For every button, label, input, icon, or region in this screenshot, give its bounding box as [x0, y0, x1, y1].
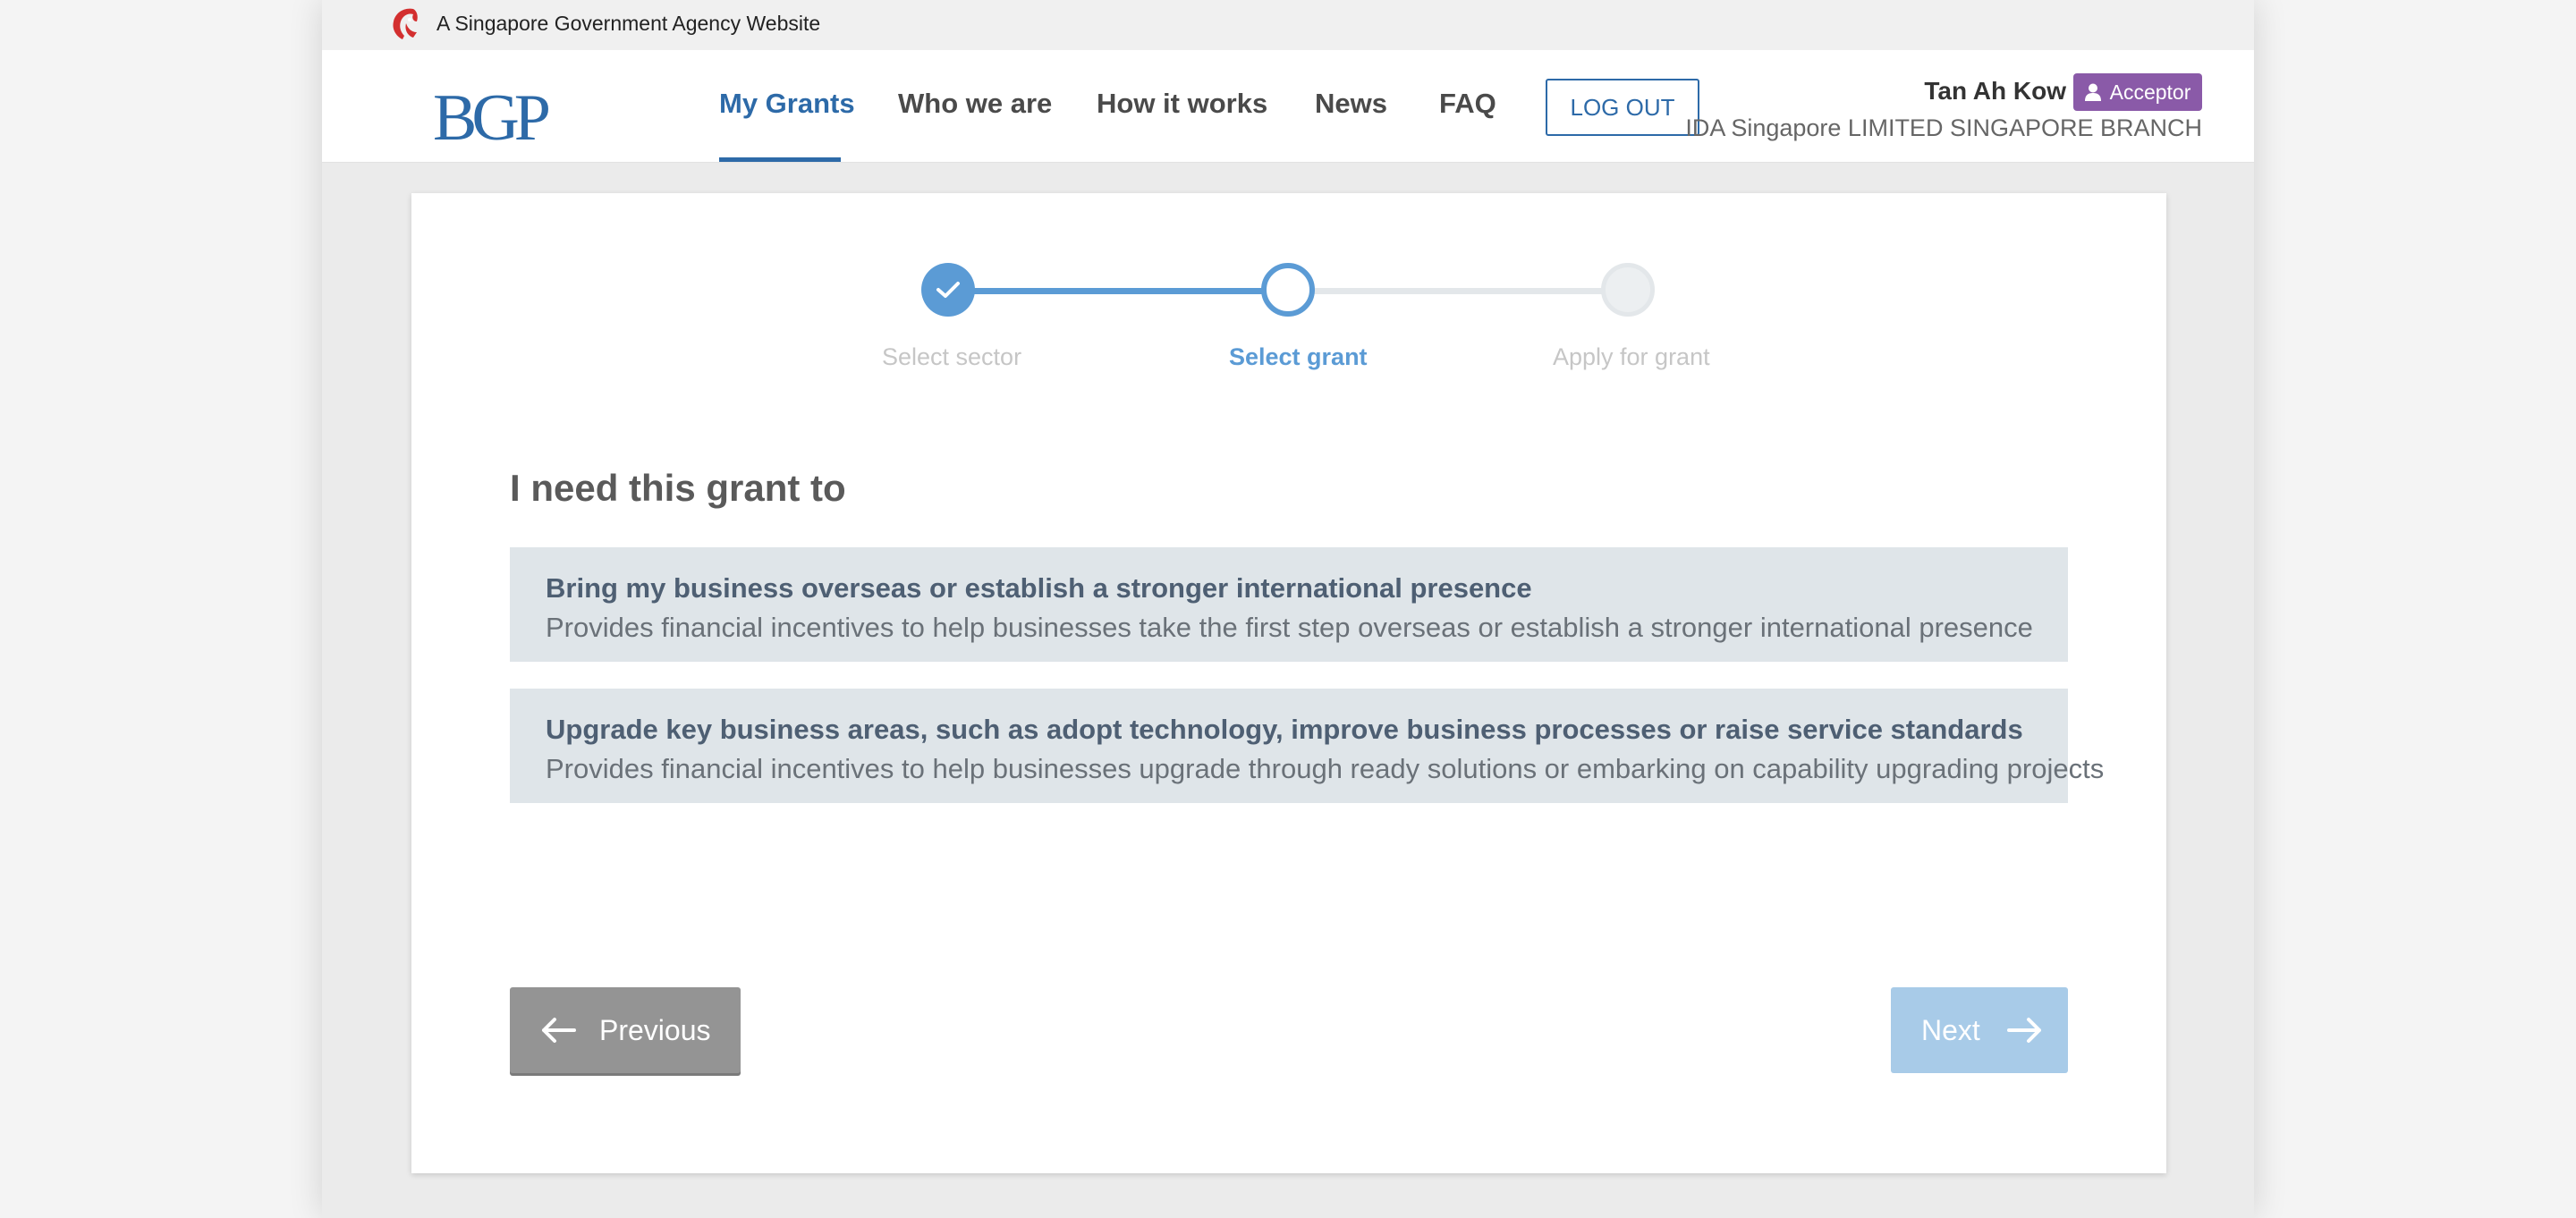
check-icon: [936, 282, 960, 298]
nav-how-it-works[interactable]: How it works: [1097, 88, 1267, 120]
person-icon: [2084, 83, 2101, 101]
active-nav-indicator: [719, 157, 841, 162]
arrow-right-icon: [2006, 1018, 2041, 1043]
option-description: Provides financial incentives to help bu…: [546, 753, 2105, 784]
option-description: Provides financial incentives to help bu…: [546, 612, 2033, 643]
bgp-logo[interactable]: BGP: [433, 86, 558, 148]
role-badge-label: Acceptor: [2109, 80, 2191, 104]
nav-news[interactable]: News: [1315, 88, 1387, 120]
nav-who-we-are[interactable]: Who we are: [898, 88, 1052, 120]
nav-faq[interactable]: FAQ: [1439, 88, 1496, 120]
option-title: Bring my business overseas or establish …: [546, 572, 1532, 604]
page-container: A Singapore Government Agency Website BG…: [322, 0, 2254, 1218]
grant-question: I need this grant to: [510, 467, 846, 509]
grant-option-overseas[interactable]: Bring my business overseas or establish …: [510, 547, 2068, 662]
step-3-circle: [1601, 263, 1655, 317]
step-1-label: Select sector: [882, 343, 1022, 370]
role-badge: Acceptor: [2073, 73, 2202, 111]
arrow-left-icon: [542, 1018, 576, 1043]
site-header: BGP My Grants Who we are How it works Ne…: [322, 50, 2254, 163]
grant-option-upgrade[interactable]: Upgrade key business areas, such as adop…: [510, 689, 2105, 803]
step-connector-complete: [948, 288, 1288, 294]
logout-button[interactable]: LOG OUT: [1546, 79, 1699, 136]
masthead-text: A Singapore Government Agency Website: [436, 12, 821, 35]
previous-button[interactable]: Previous: [510, 987, 741, 1073]
nav-my-grants[interactable]: My Grants: [719, 88, 855, 120]
svg-text:BGP: BGP: [433, 86, 549, 148]
company-name: IDA Singapore LIMITED SINGAPORE BRANCH: [1685, 114, 2202, 141]
previous-button-label: Previous: [599, 1013, 711, 1046]
next-button-label: Next: [1921, 1013, 1980, 1046]
lion-head-icon: [393, 8, 418, 39]
next-button[interactable]: Next: [1891, 987, 2068, 1073]
step-3-label: Apply for grant: [1553, 343, 1710, 370]
step-2-label: Select grant: [1229, 343, 1368, 370]
user-name: Tan Ah Kow: [1924, 77, 2066, 105]
step-2-circle: [1261, 263, 1315, 317]
step-1-circle[interactable]: [921, 263, 975, 317]
step-connector-pending: [1288, 288, 1628, 294]
option-title: Upgrade key business areas, such as adop…: [546, 714, 2023, 745]
gov-masthead: A Singapore Government Agency Website: [322, 0, 2254, 50]
grant-wizard-card: Select sector Select grant Apply for gra…: [411, 193, 2166, 1173]
